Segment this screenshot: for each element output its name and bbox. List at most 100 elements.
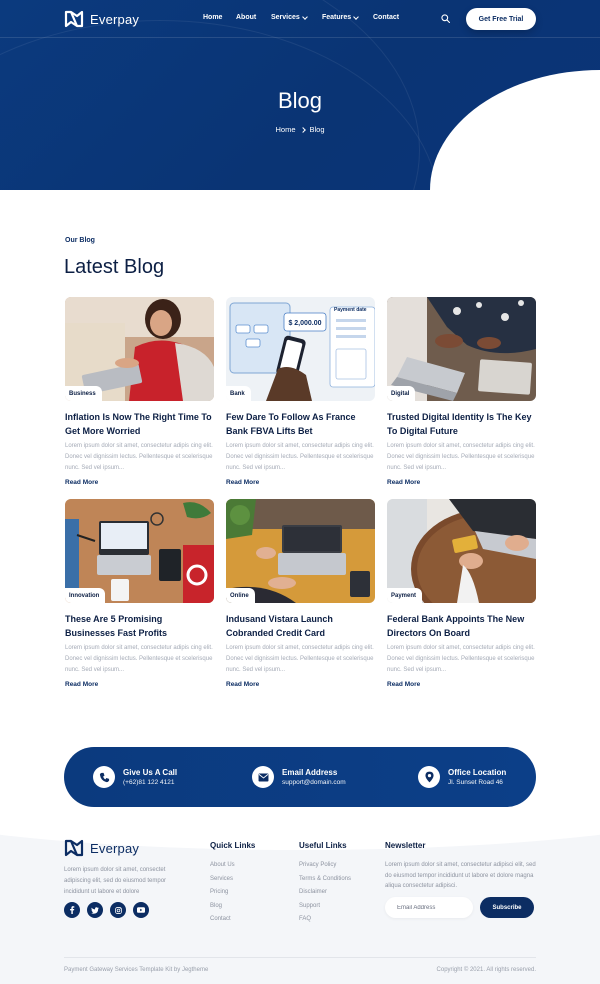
youtube-icon[interactable] [133,902,149,918]
payment-screen-photo: $ 2,000.00 Payment date [226,297,375,401]
blog-card[interactable]: Payment Federal Bank Appoints The New Di… [387,499,536,688]
footer-brand-name: Everpay [90,840,140,856]
category-badge[interactable]: Digital [387,386,416,401]
contact-email[interactable]: Email Address support@domain.com [252,766,346,788]
read-more-link[interactable]: Read More [65,681,214,688]
category-badge[interactable]: Payment [387,588,423,603]
blog-card-title[interactable]: These Are 5 Promising Businesses Fast Pr… [65,613,214,640]
footer-link-contact[interactable]: Contact [210,914,235,928]
page-title: Blog [277,88,323,113]
nav-services[interactable]: Services [271,13,308,21]
blog-card[interactable]: $ 2,000.00 Payment date Bank Few Dare To… [226,297,375,486]
footer-link-terms[interactable]: Terms & Conditions [299,874,351,888]
instagram-icon[interactable] [110,902,126,918]
brand-logo[interactable]: Everpay [64,9,139,29]
contact-phone-value[interactable]: (+62)81 122 4121 [123,779,177,786]
footer-brand-logo[interactable]: Everpay [64,838,139,858]
blog-card-image[interactable]: Online [226,499,375,603]
blog-card-image[interactable]: Business [65,297,214,401]
section-title: Latest Blog [64,256,165,278]
get-free-trial-button[interactable]: Get Free Trial [466,8,536,30]
nav-features-label: Features [322,14,352,21]
footer-link-disclaimer[interactable]: Disclaimer [299,887,351,901]
blog-card-image[interactable]: Digital [387,297,536,401]
contact-location-value: Jl. Sunset Road 46 [448,779,503,786]
svg-text:$ 2,000.00: $ 2,000.00 [288,320,321,327]
svg-text:Payment date: Payment date [334,307,367,313]
blog-card[interactable]: Business Inflation Is Now The Right Time… [65,297,214,486]
contact-bar: Give Us A Call (+62)81 122 4121 Email Ad… [64,747,536,807]
blog-card-image[interactable]: Innovation [65,499,214,603]
read-more-link[interactable]: Read More [387,479,536,486]
quick-links-list: About Us Services Pricing Blog Contact [210,860,235,928]
blog-card-title[interactable]: Federal Bank Appoints The New Directors … [387,613,536,640]
subscribe-button[interactable]: Subscribe [480,897,534,918]
blog-card-title[interactable]: Trusted Digital Identity Is The Key To D… [387,411,536,438]
chevron-down-icon [301,13,308,20]
blog-card-title[interactable]: Indusand Vistara Launch Cobranded Credit… [226,613,375,640]
facebook-icon[interactable] [64,902,80,918]
nav-features[interactable]: Features [322,13,360,21]
nav-about-label: About [236,14,257,21]
hero-banner: Everpay Home About Services Features Con… [0,0,600,190]
blog-card-excerpt: Lorem ipsum dolor sit amet, consectetur … [65,443,213,471]
breadcrumb: Home Blog [0,125,600,134]
newsletter-text: Lorem ipsum dolor sit amet, consectetur … [385,862,536,889]
nav-divider [0,37,600,38]
brand-name: Everpay [90,11,140,27]
footer-link-faq[interactable]: FAQ [299,914,351,928]
chevron-down-icon [353,13,360,20]
contact-phone[interactable]: Give Us A Call (+62)81 122 4121 [93,766,177,788]
social-links [64,902,149,918]
nav-home-label: Home [203,14,223,21]
breadcrumb-home[interactable]: Home [275,125,295,134]
nav-about[interactable]: About [236,14,256,21]
category-badge[interactable]: Bank [226,386,251,401]
footer-link-privacy[interactable]: Privacy Policy [299,860,351,874]
read-more-link[interactable]: Read More [226,479,375,486]
read-more-link[interactable]: Read More [226,681,375,688]
footer-link-about[interactable]: About Us [210,860,235,874]
nav-home[interactable]: Home [203,14,222,21]
blog-card-excerpt: Lorem ipsum dolor sit amet, consectetur … [387,443,535,471]
map-pin-icon [418,766,440,788]
footer-link-support[interactable]: Support [299,901,351,915]
breadcrumb-current: Blog [309,125,325,134]
blog-card[interactable]: Online Indusand Vistara Launch Cobranded… [226,499,375,688]
nav-services-label: Services [271,14,300,21]
blog-card-title[interactable]: Inflation Is Now The Right Time To Get M… [65,411,214,438]
category-badge[interactable]: Online [226,588,255,603]
read-more-link[interactable]: Read More [387,681,536,688]
phone-icon [93,766,115,788]
newsletter-title: Newsletter [385,841,426,850]
blog-card-title[interactable]: Few Dare To Follow As France Bank FBVA L… [226,411,375,438]
contact-email-title: Email Address [282,768,338,777]
footer-link-services[interactable]: Services [210,874,235,888]
footer-link-pricing[interactable]: Pricing [210,887,235,901]
contact-email-value[interactable]: support@domain.com [282,779,346,786]
footer-about-text: Lorem ipsum dolor sit amet, consectet ad… [64,867,167,895]
category-badge[interactable]: Business [65,386,102,401]
nav-contact[interactable]: Contact [373,14,399,21]
category-badge[interactable]: Innovation [65,588,106,603]
blog-card[interactable]: Innovation These Are 5 Promising Busines… [65,499,214,688]
blog-card[interactable]: Digital Trusted Digital Identity Is The … [387,297,536,486]
search-icon[interactable] [441,14,450,23]
footer-link-blog[interactable]: Blog [210,901,235,915]
blog-card-excerpt: Lorem ipsum dolor sit amet, consectetur … [387,645,535,673]
twitter-icon[interactable] [87,902,103,918]
footer-divider [64,957,536,958]
contact-phone-title: Give Us A Call [123,768,178,777]
read-more-link[interactable]: Read More [65,479,214,486]
blog-card-image[interactable]: $ 2,000.00 Payment date Bank [226,297,375,401]
blog-card-image[interactable]: Payment [387,499,536,603]
useful-links-list: Privacy Policy Terms & Conditions Discla… [299,860,351,928]
blog-card-excerpt: Lorem ipsum dolor sit amet, consectetur … [65,645,213,673]
contact-location-title: Office Location [448,768,507,777]
blog-card-excerpt: Lorem ipsum dolor sit amet, consectetur … [226,645,374,673]
logo-mark-icon [64,839,84,857]
newsletter-email-input[interactable] [385,897,473,918]
contact-location[interactable]: Office Location Jl. Sunset Road 46 [418,766,506,788]
useful-links-title: Useful Links [299,841,347,850]
top-nav: Everpay Home About Services Features Con… [0,0,600,37]
